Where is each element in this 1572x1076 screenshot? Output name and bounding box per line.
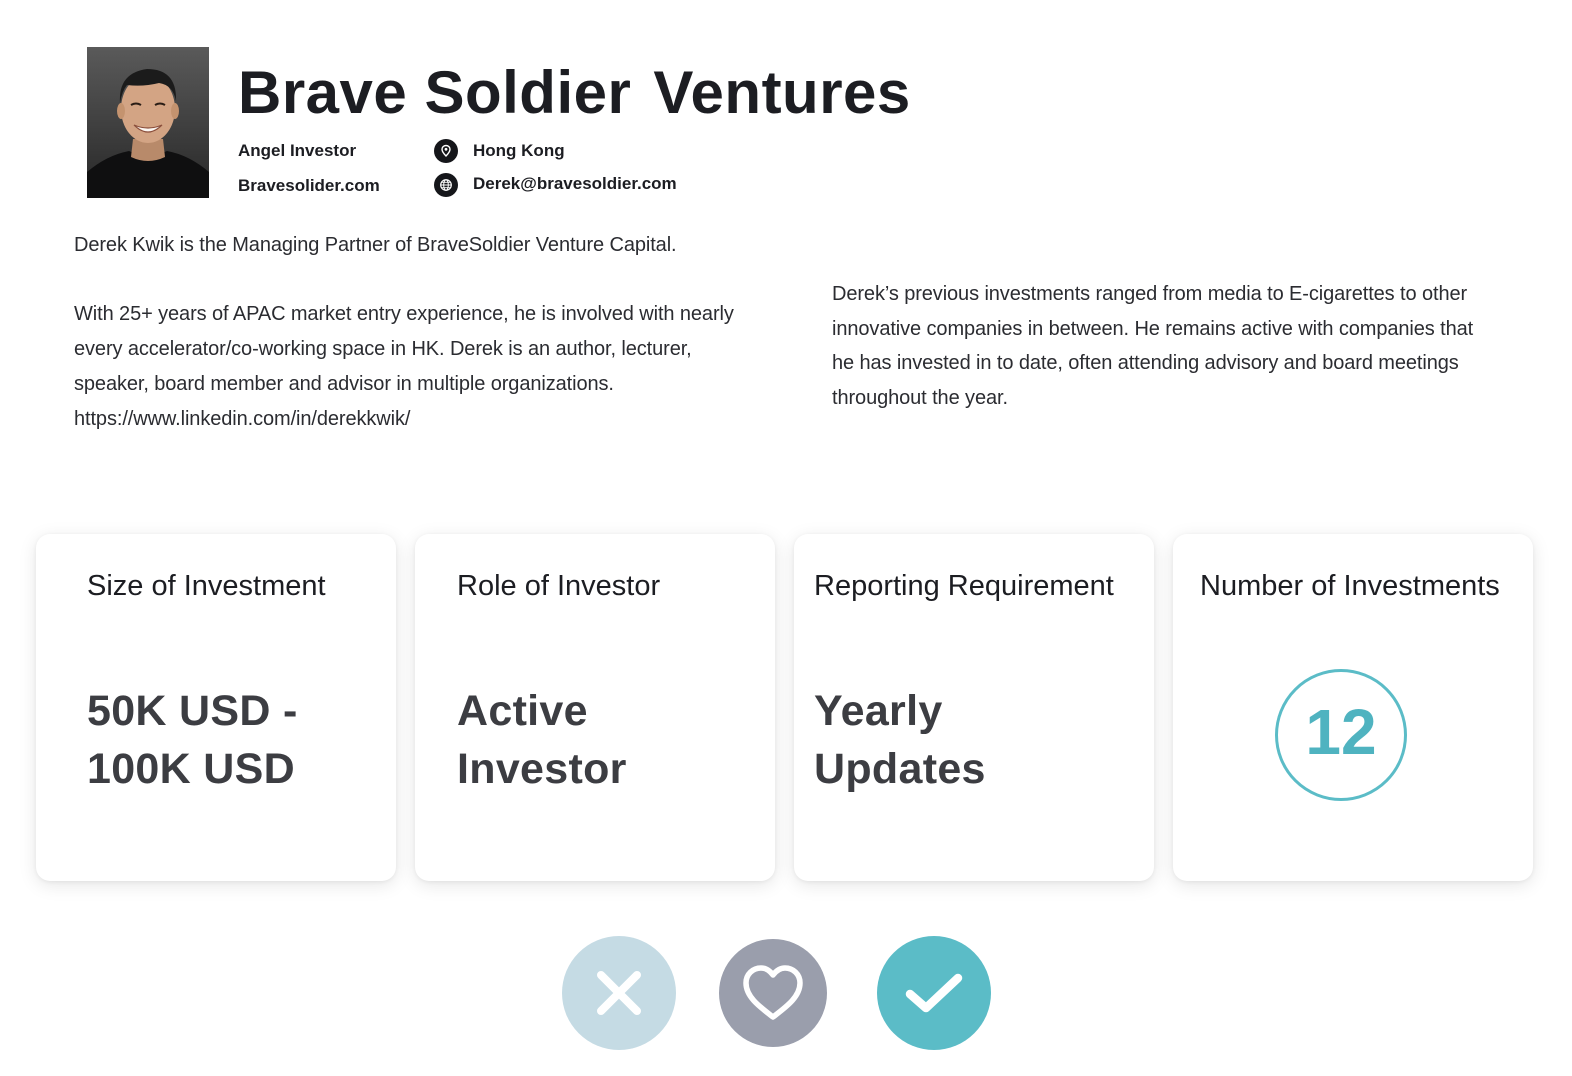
bio-intro: Derek Kwik is the Managing Partner of Br…	[74, 234, 677, 256]
card-role-of-investor: Role of Investor Active Investor	[415, 534, 775, 881]
bio-line: speaker, board member and advisor in mul…	[74, 372, 614, 395]
card-value-line: Active	[457, 687, 588, 735]
bio-line: innovative companies in between. He rema…	[832, 317, 1474, 340]
bio-right-column: Derek’s previous investments ranged from…	[832, 277, 1532, 416]
bio-left-column: Derek Kwik is the Managing Partner of Br…	[74, 228, 794, 436]
investment-count-badge: 12	[1275, 669, 1407, 801]
linkedin-link[interactable]: https://www.linkedin.com/in/derekkwik/	[74, 402, 794, 437]
card-label: Size of Investment	[87, 570, 326, 602]
investment-count: 12	[1305, 696, 1377, 768]
card-value: 50K USD - 100K USD	[87, 682, 298, 798]
card-value-line: 50K USD -	[87, 687, 298, 735]
bio-line: With 25+ years of APAC market entry expe…	[74, 303, 734, 326]
investor-avatar	[87, 47, 209, 198]
card-reporting-requirement: Reporting Requirement Yearly Updates	[794, 534, 1154, 881]
globe-icon	[434, 173, 458, 197]
card-value: Yearly Updates	[814, 682, 986, 798]
card-label: Number of Investments	[1200, 570, 1500, 602]
location-pin-icon	[434, 139, 458, 163]
bio-line: every accelerator/co-working space in HK…	[74, 338, 692, 361]
investor-profile-page: Brave Soldier Ventures Angel Investor Bra…	[0, 0, 1572, 1076]
card-value-line: Yearly	[814, 687, 943, 735]
website-link[interactable]: Bravesolider.com	[238, 176, 380, 196]
close-icon	[597, 971, 641, 1015]
card-value: Active Investor	[457, 682, 627, 798]
card-label: Reporting Requirement	[814, 570, 1114, 602]
bio-line: Derek’s previous investments ranged from…	[832, 283, 1468, 305]
heart-icon	[743, 965, 803, 1020]
card-size-of-investment: Size of Investment 50K USD - 100K USD	[36, 534, 396, 881]
card-number-of-investments: Number of Investments 12	[1173, 534, 1533, 881]
investor-name-part1: Brave Soldier	[238, 59, 632, 126]
location-text: Hong Kong	[473, 141, 565, 160]
card-value-line: Investor	[457, 745, 627, 793]
accept-button[interactable]	[877, 936, 991, 1050]
card-label: Role of Investor	[457, 570, 661, 602]
investor-type: Angel Investor	[238, 141, 357, 160]
email-link[interactable]: Derek@bravesoldier.com	[473, 174, 677, 194]
card-value-line: Updates	[814, 745, 986, 793]
bio-line: throughout the year.	[832, 387, 1008, 410]
card-value-line: 100K USD	[87, 745, 295, 793]
reject-button[interactable]	[562, 936, 676, 1050]
bio-line: he has invested in to date, often attend…	[832, 352, 1459, 375]
checkmark-icon	[905, 973, 963, 1013]
investor-name: Brave Soldier Ventures	[238, 58, 911, 127]
investor-name-part2: Ventures	[653, 59, 911, 126]
favorite-button[interactable]	[719, 939, 827, 1047]
